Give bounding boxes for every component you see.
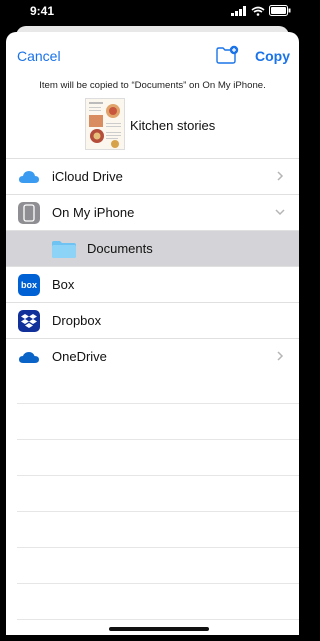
battery-icon bbox=[269, 5, 291, 16]
icloud-icon bbox=[18, 166, 40, 188]
location-label: OneDrive bbox=[52, 349, 107, 364]
status-bar: 9:41 bbox=[0, 0, 305, 22]
cancel-button[interactable]: Cancel bbox=[17, 48, 61, 64]
box-icon: box bbox=[18, 274, 40, 296]
empty-row bbox=[17, 475, 299, 511]
location-icloud-drive[interactable]: iCloud Drive bbox=[6, 158, 299, 194]
location-documents[interactable]: Documents bbox=[6, 230, 299, 266]
onedrive-icon bbox=[18, 346, 40, 368]
location-label: iCloud Drive bbox=[52, 169, 123, 184]
location-label: Box bbox=[52, 277, 75, 292]
dropbox-icon bbox=[18, 310, 40, 332]
copy-sheet: Cancel Copy Item will be copied to “Docu… bbox=[6, 32, 299, 635]
nav-bar: Cancel Copy bbox=[6, 32, 299, 78]
document-name: Kitchen stories bbox=[130, 118, 216, 133]
status-icons bbox=[231, 5, 291, 16]
empty-row bbox=[17, 511, 299, 547]
chevron-right-icon[interactable] bbox=[275, 351, 285, 361]
location-label: On My iPhone bbox=[52, 205, 135, 220]
empty-list-area bbox=[17, 403, 299, 635]
status-time: 9:41 bbox=[30, 4, 55, 18]
iphone-icon bbox=[18, 202, 40, 224]
signal-icon bbox=[231, 5, 246, 16]
location-list: iCloud Drive On My iPhone Documents box … bbox=[6, 158, 299, 374]
empty-row bbox=[17, 403, 299, 439]
chevron-down-icon[interactable] bbox=[275, 207, 285, 217]
wifi-icon bbox=[251, 6, 265, 16]
location-label: Dropbox bbox=[52, 313, 102, 328]
document-thumbnail bbox=[85, 98, 125, 150]
location-box[interactable]: box Box bbox=[6, 266, 299, 302]
location-on-my-iphone[interactable]: On My iPhone bbox=[6, 194, 299, 230]
empty-row bbox=[17, 583, 299, 619]
location-dropbox[interactable]: Dropbox bbox=[6, 302, 299, 338]
location-label: Documents bbox=[87, 241, 153, 256]
chevron-right-icon[interactable] bbox=[275, 171, 285, 181]
folder-icon bbox=[52, 240, 76, 258]
notch bbox=[127, 0, 177, 4]
copy-info-text: Item will be copied to “Documents” on On… bbox=[39, 80, 266, 91]
empty-row bbox=[17, 439, 299, 475]
empty-row bbox=[17, 547, 299, 583]
home-indicator[interactable] bbox=[109, 627, 209, 631]
location-onedrive[interactable]: OneDrive bbox=[6, 338, 299, 374]
copy-button[interactable]: Copy bbox=[255, 48, 290, 64]
new-folder-icon[interactable] bbox=[215, 45, 239, 65]
